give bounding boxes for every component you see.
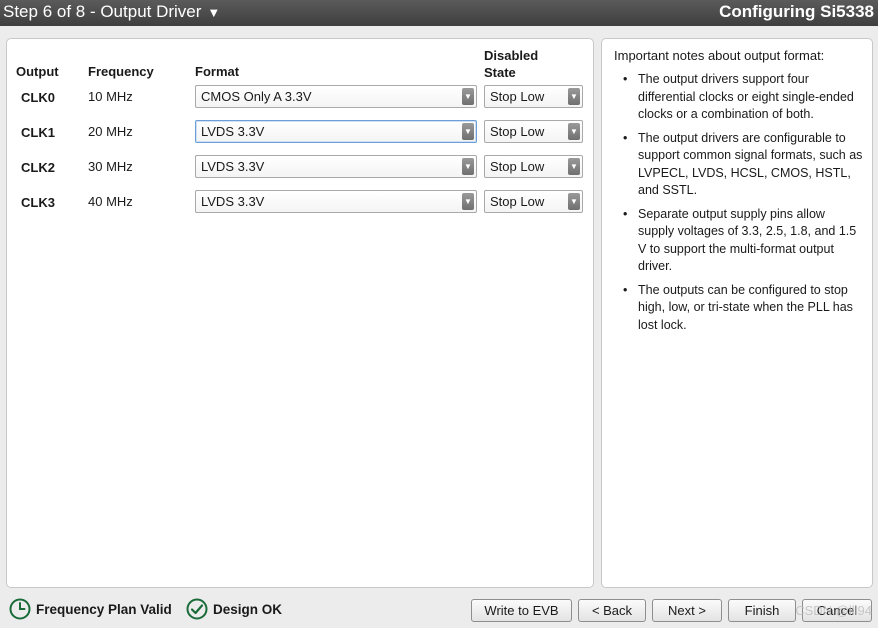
header-format: Format xyxy=(195,64,240,79)
disabled-state-select-clk1[interactable]: Stop Low ▼ xyxy=(484,120,583,143)
back-button[interactable]: < Back xyxy=(578,599,646,622)
note-text: Separate output supply pins allow supply… xyxy=(638,206,857,274)
disabled-state-select-clk3[interactable]: Stop Low ▼ xyxy=(484,190,583,213)
chevron-down-icon: ▼ xyxy=(568,123,580,140)
disabled-state-value: Stop Low xyxy=(490,194,545,209)
disabled-state-select-clk2[interactable]: Stop Low ▼ xyxy=(484,155,583,178)
note-text: The output drivers support four differen… xyxy=(638,72,854,121)
clock-icon xyxy=(9,598,31,620)
write-to-evb-button[interactable]: Write to EVB xyxy=(471,599,572,622)
notes-panel: Important notes about output format: • Th… xyxy=(601,38,873,588)
frequency-value: 40 MHz xyxy=(88,194,133,209)
format-value: LVDS 3.3V xyxy=(201,194,265,209)
frequency-plan-status: Frequency Plan Valid xyxy=(9,598,172,620)
chevron-down-icon: ▼ xyxy=(568,158,580,175)
list-item: • The outputs can be configured to stop h… xyxy=(614,282,864,335)
header-output: Output xyxy=(16,64,59,79)
disabled-state-select-clk0[interactable]: Stop Low ▼ xyxy=(484,85,583,108)
clock-label: CLK0 xyxy=(21,90,55,105)
notes-list: • The output drivers support four differe… xyxy=(614,71,864,340)
frequency-value: 10 MHz xyxy=(88,89,133,104)
disabled-state-value: Stop Low xyxy=(490,124,545,139)
chevron-down-icon: ▼ xyxy=(462,88,474,105)
format-value: LVDS 3.3V xyxy=(201,124,265,139)
app-title: Configuring Si5338 xyxy=(719,2,874,21)
design-status: Design OK xyxy=(186,598,282,620)
format-value: CMOS Only A 3.3V xyxy=(201,89,312,104)
step-label: Step 6 of 8 - Output Driver xyxy=(3,2,202,21)
bullet-icon: • xyxy=(623,130,628,145)
next-button[interactable]: Next > xyxy=(652,599,722,622)
chevron-down-icon: ▼ xyxy=(568,193,580,210)
format-select-clk2[interactable]: LVDS 3.3V ▼ xyxy=(195,155,477,178)
cancel-button[interactable]: Cancel xyxy=(802,599,872,622)
clock-label: CLK1 xyxy=(21,125,55,140)
format-select-clk1[interactable]: LVDS 3.3V ▼ xyxy=(195,120,477,143)
chevron-down-icon: ▼ xyxy=(462,123,474,140)
list-item: • Separate output supply pins allow suppl… xyxy=(614,206,864,276)
header-disabled-state-line2: State xyxy=(484,65,516,80)
bullet-icon: • xyxy=(623,282,628,297)
frequency-value: 20 MHz xyxy=(88,124,133,139)
header-frequency: Frequency xyxy=(88,64,154,79)
list-item: • The output drivers are configurable to … xyxy=(614,130,864,200)
clock-label: CLK2 xyxy=(21,160,55,175)
disabled-state-value: Stop Low xyxy=(490,89,545,104)
format-value: LVDS 3.3V xyxy=(201,159,265,174)
design-label: Design OK xyxy=(213,601,283,617)
clock-label: CLK3 xyxy=(21,195,55,210)
title-bar: Step 6 of 8 - Output Driver ▼ Configurin… xyxy=(0,0,878,26)
step-dropdown[interactable]: Step 6 of 8 - Output Driver ▼ xyxy=(3,2,220,22)
bullet-icon: • xyxy=(623,72,628,86)
frequency-plan-label: Frequency Plan Valid xyxy=(36,601,172,617)
chevron-down-icon: ▼ xyxy=(568,88,580,105)
check-circle-icon xyxy=(186,598,208,620)
output-driver-panel: Output Frequency Format Disabled State C… xyxy=(6,38,594,588)
notes-title: Important notes about output format: xyxy=(614,48,825,63)
frequency-value: 30 MHz xyxy=(88,159,133,174)
format-select-clk3[interactable]: LVDS 3.3V ▼ xyxy=(195,190,477,213)
disabled-state-value: Stop Low xyxy=(490,159,545,174)
chevron-down-icon: ▼ xyxy=(462,158,474,175)
triangle-down-icon: ▼ xyxy=(207,4,221,20)
note-text: The output drivers are configurable to s… xyxy=(638,130,863,198)
list-item: • The output drivers support four differe… xyxy=(614,71,864,124)
format-select-clk0[interactable]: CMOS Only A 3.3V ▼ xyxy=(195,85,477,108)
header-disabled-state-line1: Disabled xyxy=(484,48,539,63)
finish-button[interactable]: Finish xyxy=(728,599,796,622)
bullet-icon: • xyxy=(623,206,628,221)
chevron-down-icon: ▼ xyxy=(462,193,474,210)
note-text: The outputs can be configured to stop hi… xyxy=(638,282,853,332)
header-disabled-state: Disabled State xyxy=(484,47,538,81)
